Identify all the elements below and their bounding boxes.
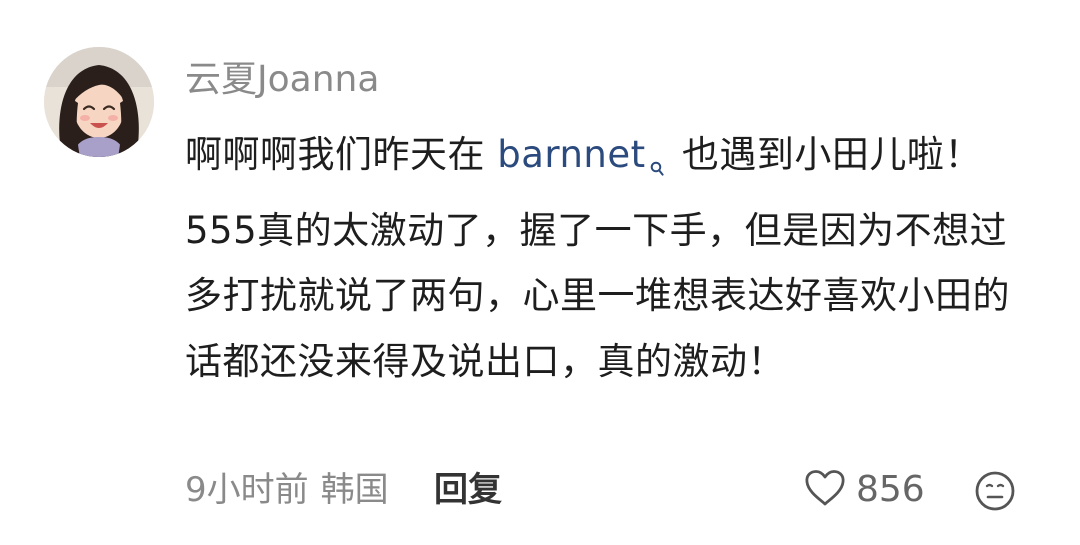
reply-button[interactable]: 回复 (434, 466, 502, 514)
comment-text-part-1: 啊啊啊我们昨天在 (185, 133, 498, 176)
mention-link[interactable]: barnnet (497, 133, 669, 176)
neutral-face-icon[interactable] (974, 470, 1016, 512)
timestamp: 9小时前 (185, 470, 309, 510)
like-count: 856 (856, 469, 925, 510)
avatar[interactable] (44, 47, 154, 157)
comment-item: 云夏Joanna 啊啊啊我们昨天在 barnnet 也遇到小田儿啦！555真的太… (0, 0, 1080, 545)
username[interactable]: 云夏Joanna (185, 56, 379, 104)
heart-outline-icon (804, 469, 846, 511)
mention-label: barnnet (497, 133, 646, 176)
search-icon (650, 132, 664, 198)
location: 韩国 (320, 470, 389, 510)
comment-meta: 9小时前 韩国 (185, 466, 389, 514)
comment-text: 啊啊啊我们昨天在 barnnet 也遇到小田儿啦！555真的太激动了，握了一下手… (185, 122, 1035, 394)
like-button[interactable]: 856 (804, 466, 925, 514)
